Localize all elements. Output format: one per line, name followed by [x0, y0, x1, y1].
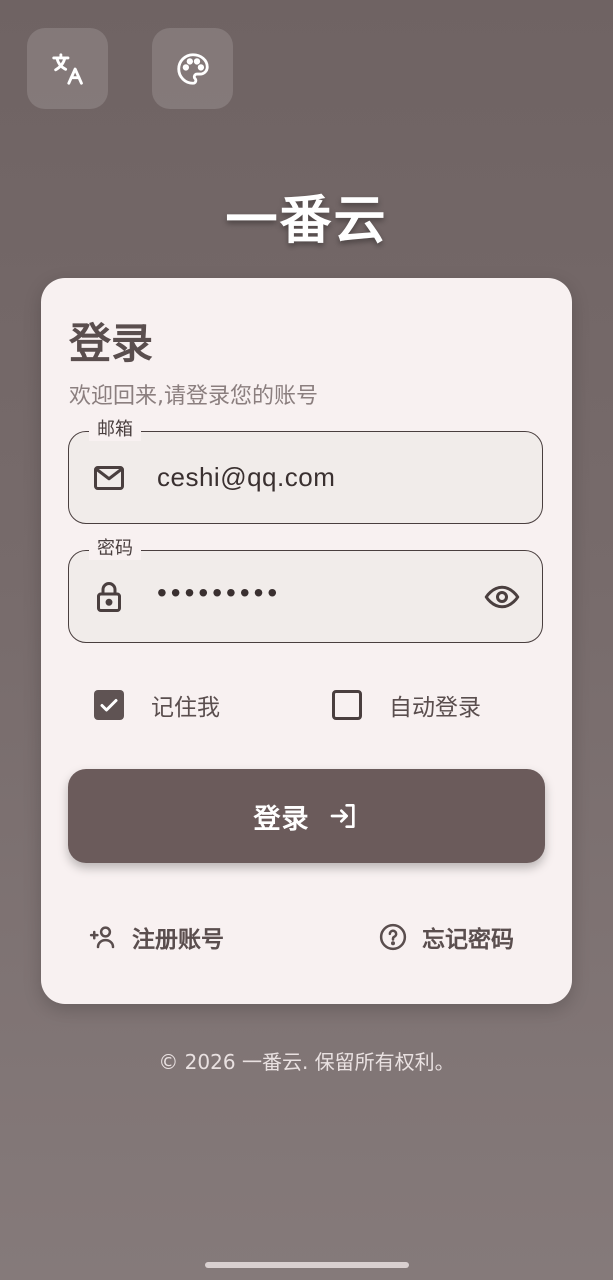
app-title: 一番云 [225, 191, 388, 251]
theme-button[interactable] [152, 28, 233, 109]
remember-me-checkbox[interactable] [94, 690, 124, 720]
forgot-password-link[interactable]: 忘记密码 [378, 920, 514, 954]
palette-icon [176, 52, 209, 85]
eye-icon[interactable] [482, 579, 522, 615]
check-icon [100, 699, 118, 712]
auto-login-checkbox[interactable] [332, 690, 362, 720]
register-link[interactable]: 注册账号 [88, 920, 224, 954]
remember-me-label: 记住我 [151, 695, 220, 721]
mail-icon [94, 466, 124, 490]
login-button-label: 登录 [253, 803, 310, 835]
home-indicator [205, 1262, 409, 1268]
login-subtitle: 欢迎回来,请登录您的账号 [69, 384, 318, 409]
add-user-icon [89, 926, 115, 949]
login-arrow-icon [330, 804, 355, 828]
login-button[interactable]: 登录 [68, 769, 545, 863]
email-field[interactable]: 邮箱 ceshi@qq.com [68, 419, 543, 524]
password-label: 密码 [89, 538, 141, 560]
translate-icon [51, 52, 83, 85]
remember-me-option[interactable]: 记住我 [94, 688, 220, 722]
email-input[interactable]: ceshi@qq.com [157, 462, 335, 493]
lock-icon [97, 582, 121, 612]
auto-login-label: 自动登录 [389, 695, 481, 721]
password-input[interactable]: ••••••••• [157, 577, 281, 609]
register-label: 注册账号 [132, 927, 224, 953]
password-field[interactable]: 密码 ••••••••• [68, 538, 543, 643]
login-card: 登录 欢迎回来,请登录您的账号 邮箱 ceshi@qq.com 密码 •••••… [41, 278, 572, 1004]
forgot-password-label: 忘记密码 [422, 927, 514, 953]
login-title: 登录 [69, 319, 154, 368]
copyright-text: © 2026 一番云. 保留所有权利。 [158, 1050, 455, 1074]
help-circle-icon [379, 923, 407, 951]
auto-login-option[interactable]: 自动登录 [332, 688, 481, 722]
translate-button[interactable] [27, 28, 108, 109]
email-label: 邮箱 [89, 419, 141, 441]
